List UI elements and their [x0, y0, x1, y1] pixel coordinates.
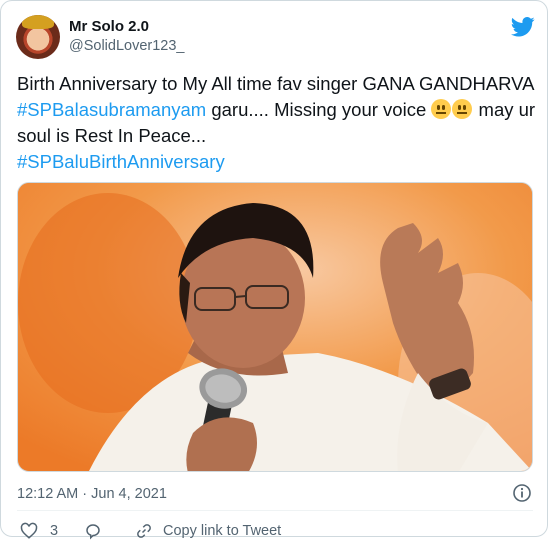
reply-bubble-icon	[86, 524, 100, 540]
author-name[interactable]: Mr Solo 2.0	[69, 18, 149, 35]
tweet-card: Mr Solo 2.0 @SolidLover123_ Birth Annive…	[0, 0, 548, 540]
neutral-face-emoji-icon	[431, 99, 452, 119]
like-count: 3	[50, 523, 59, 539]
link-icon	[137, 524, 151, 538]
hashtag-link[interactable]: #SPBalasubramanyam	[17, 99, 206, 120]
copy-link-button[interactable]: Copy link to Tweet	[135, 522, 281, 540]
hashtag-link[interactable]: #SPBaluBirthAnniversary	[17, 151, 225, 172]
info-icon[interactable]	[512, 483, 532, 503]
reply-button[interactable]	[84, 522, 102, 540]
tweet-photo[interactable]	[17, 182, 533, 472]
heart-icon	[20, 522, 38, 539]
twitter-bird-icon[interactable]	[511, 17, 535, 37]
divider	[17, 510, 533, 511]
copy-link-label: Copy link to Tweet	[163, 523, 282, 539]
tweet-text: Birth Anniversary to My All time fav sin…	[17, 71, 542, 175]
like-button[interactable]: 3	[20, 522, 58, 540]
tweet-timestamp[interactable]: 12:12 AM · Jun 4, 2021	[17, 486, 167, 502]
avatar[interactable]	[16, 15, 60, 59]
neutral-face-emoji-icon	[452, 99, 473, 119]
author-handle[interactable]: @SolidLover123_	[69, 38, 185, 54]
tweet-text-part: garu.... Missing your voice	[206, 99, 432, 120]
tweet-text-part: Birth Anniversary to My All time fav sin…	[17, 73, 534, 94]
